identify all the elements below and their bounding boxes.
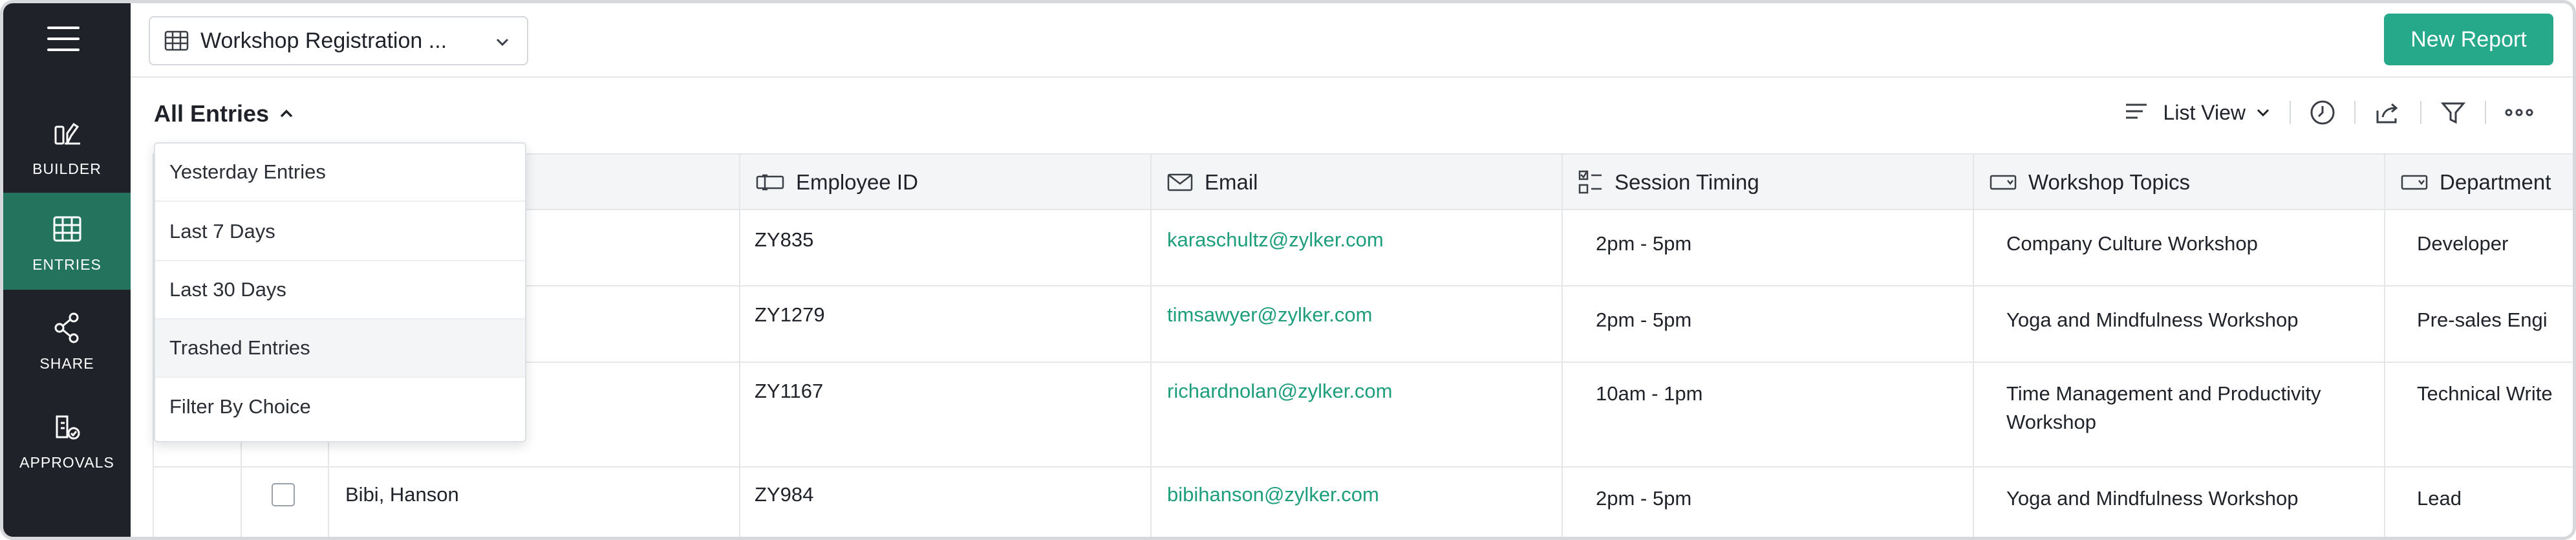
email-cell[interactable]: timsawyer@zylker.com (1167, 301, 1372, 329)
dropdown-item-trashed-entries[interactable]: Trashed Entries (155, 319, 525, 378)
dropdown-item-last-30-days[interactable]: Last 30 Days (155, 261, 525, 319)
divider (2290, 101, 2291, 124)
name-cell: Bibi, Hanson (345, 483, 459, 506)
divider (2485, 101, 2486, 124)
form-selector[interactable]: Workshop Registration ... (149, 16, 528, 65)
entries-grid-icon (53, 216, 81, 241)
sidebar-item-label: SHARE (39, 354, 94, 372)
top-bar: Workshop Registration ... New Report (131, 3, 2573, 78)
workshop-topic-cell: Yoga and Mindfulness Workshop (2006, 308, 2299, 331)
approvals-icon (56, 415, 80, 439)
column-header-workshop-topics[interactable]: Workshop Topics (1973, 155, 2384, 210)
email-cell[interactable]: bibihanson@zylker.com (1167, 481, 1379, 509)
session-timing-cell: 2pm - 5pm (1596, 487, 1692, 510)
filter-icon[interactable] (2440, 99, 2467, 126)
session-timing-cell: 2pm - 5pm (1596, 232, 1692, 255)
column-header-label: Employee ID (796, 170, 918, 194)
employee-id-cell: ZY984 (755, 483, 814, 506)
list-view-selector[interactable]: List View (2123, 101, 2271, 125)
email-cell[interactable]: richardnolan@zylker.com (1167, 377, 1393, 405)
department-cell: Pre-sales Engi (2417, 308, 2548, 331)
column-header-session-timing[interactable]: Session Timing (1562, 155, 1973, 210)
view-toolbar: List View (2123, 96, 2534, 129)
employee-id-cell: ZY1279 (755, 303, 825, 326)
dropdown-item-last-7-days[interactable]: Last 7 Days (155, 203, 525, 261)
chevron-up-icon (280, 109, 293, 118)
builder-icon (54, 122, 80, 144)
entries-filter-label: All Entries (154, 100, 270, 127)
column-header-label: Workshop Topics (2028, 170, 2191, 194)
sidebar-item-label: ENTRIES (32, 255, 102, 273)
history-clock-icon[interactable] (2309, 99, 2336, 126)
divider (2420, 101, 2421, 124)
department-cell: Developer (2417, 232, 2509, 255)
table-icon (164, 30, 189, 51)
workshop-topic-cell: Time Management and Productivity Worksho… (2006, 382, 2321, 433)
column-header-department[interactable]: Department (2384, 155, 2573, 210)
sidebar-item-builder[interactable]: BUILDER (3, 97, 131, 194)
sidebar: BUILDER ENTRIES SHARE APPROVALS (3, 3, 131, 537)
sidebar-item-approvals[interactable]: APPROVALS (3, 391, 131, 488)
sidebar-item-entries[interactable]: ENTRIES (3, 193, 131, 290)
export-icon[interactable] (2374, 99, 2402, 126)
dropdown-field-icon (1990, 175, 2017, 190)
hamburger-menu-icon[interactable] (47, 27, 80, 51)
sidebar-item-label: APPROVALS (19, 453, 114, 471)
column-header-label: Session Timing (1615, 170, 1759, 194)
sidebar-item-share[interactable]: SHARE (3, 292, 131, 389)
more-options-icon[interactable] (2504, 106, 2534, 119)
email-cell[interactable]: karaschultz@zylker.com (1167, 226, 1384, 254)
employee-id-cell: ZY835 (755, 228, 814, 251)
divider (2354, 101, 2356, 124)
entries-filter-dropdown: Yesterday Entries Last 7 Days Last 30 Da… (154, 142, 526, 442)
session-timing-cell: 10am - 1pm (1596, 382, 1703, 405)
new-report-button[interactable]: New Report (2384, 14, 2553, 65)
form-name: Workshop Registration ... (200, 28, 447, 53)
dropdown-field-icon (2401, 175, 2428, 190)
workshop-topic-cell: Company Culture Workshop (2006, 232, 2258, 255)
id-field-icon (756, 174, 784, 191)
workshop-topic-cell: Yoga and Mindfulness Workshop (2006, 487, 2299, 510)
column-header-label: Department (2440, 170, 2551, 194)
table-row[interactable]: Bibi, Hanson ZY984 bibihanson@zylker.com… (154, 468, 2573, 537)
chevron-down-icon (2257, 109, 2270, 117)
row-select-checkbox[interactable] (272, 483, 295, 506)
chevron-down-icon (496, 38, 509, 47)
checklist-field-icon (1578, 170, 1602, 194)
column-header-label: Email (1205, 170, 1258, 194)
app-window: BUILDER ENTRIES SHARE APPROVALS Workshop… (0, 0, 2576, 540)
department-cell: Lead (2417, 487, 2462, 510)
column-header-email[interactable]: Email (1150, 155, 1562, 210)
employee-id-cell: ZY1167 (755, 380, 824, 402)
dropdown-item-filter-by-choice[interactable]: Filter By Choice (155, 378, 525, 436)
share-icon (54, 312, 78, 343)
list-view-icon (2125, 103, 2147, 119)
column-header-employee-id[interactable]: Employee ID (739, 155, 1150, 210)
dropdown-item-yesterday-entries[interactable]: Yesterday Entries (155, 144, 525, 202)
email-field-icon (1167, 173, 1193, 191)
list-view-label: List View (2163, 100, 2246, 124)
department-cell: Technical Write (2417, 382, 2553, 405)
sidebar-item-label: BUILDER (32, 160, 102, 177)
session-timing-cell: 2pm - 5pm (1596, 308, 1692, 331)
entries-filter-toggle[interactable]: All Entries (154, 100, 295, 127)
